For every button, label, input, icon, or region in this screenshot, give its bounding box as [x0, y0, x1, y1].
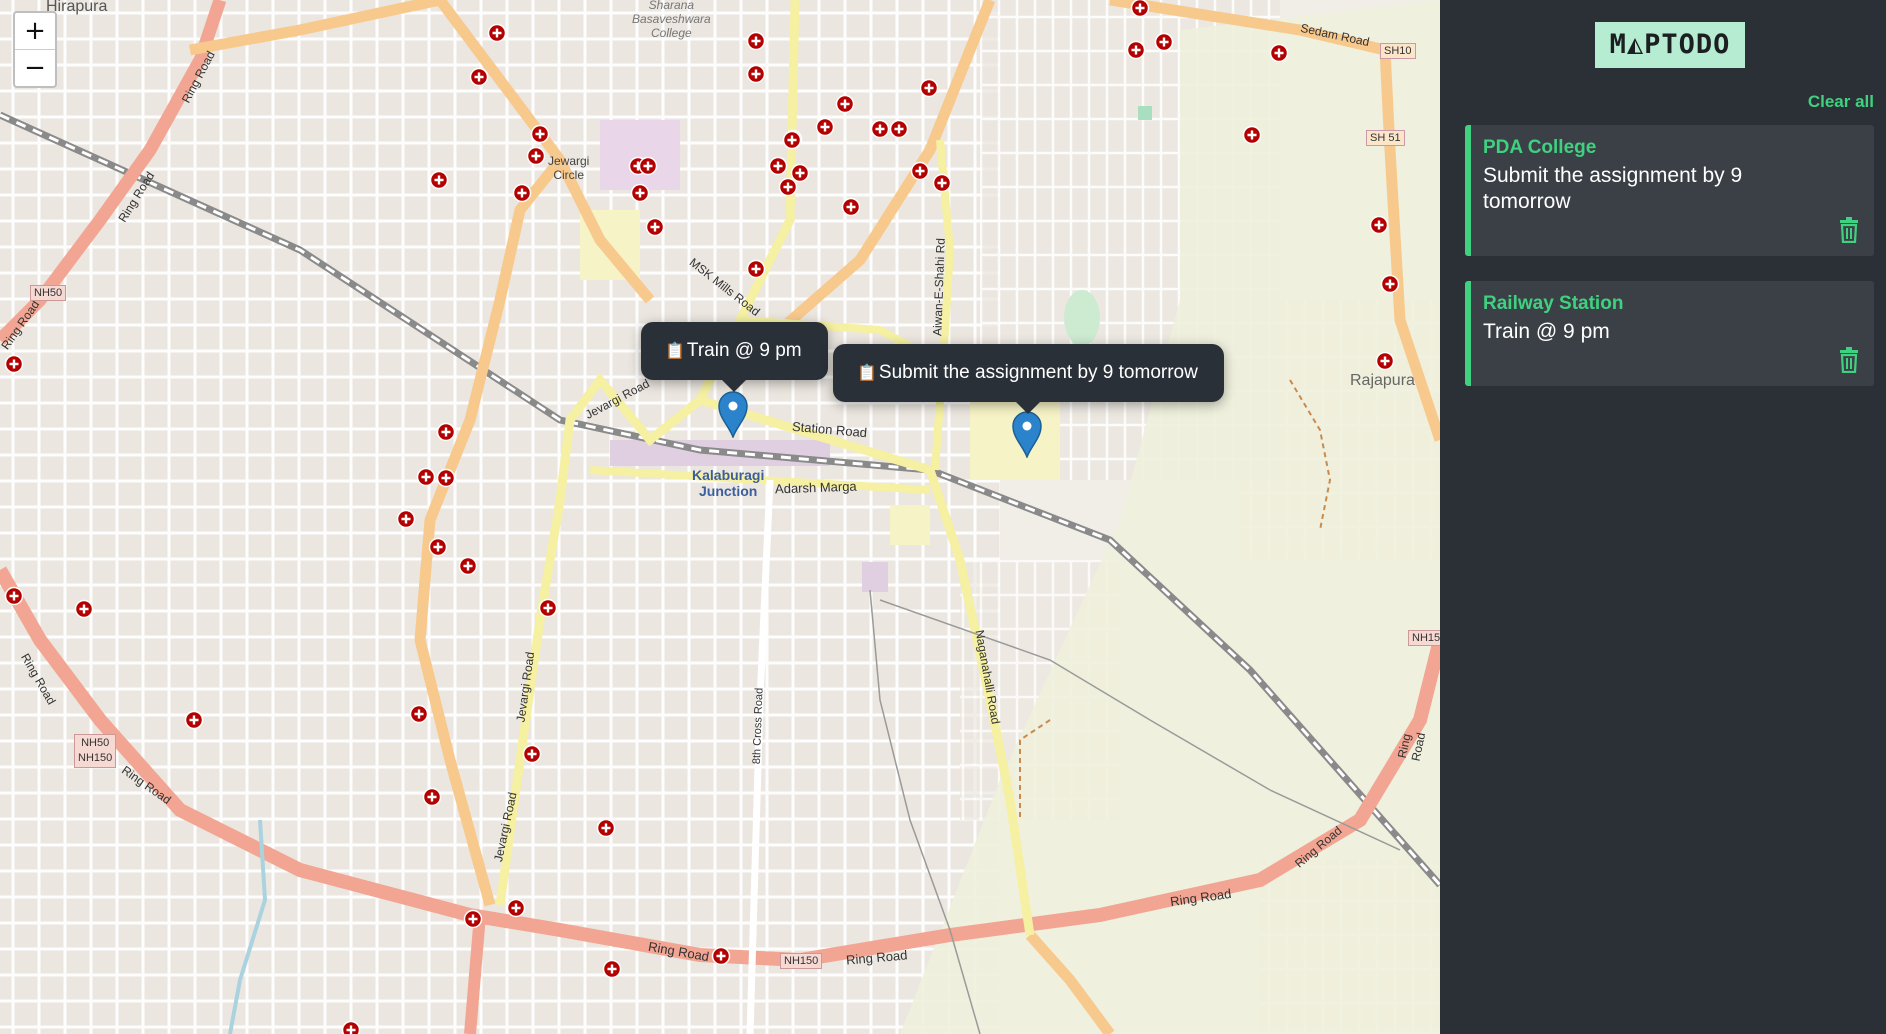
- hospital-icon: [889, 119, 909, 139]
- zoom-control: + −: [13, 11, 57, 88]
- todo-text: Submit the assignment by 9 tomorrow: [1483, 164, 1743, 213]
- hospital-icon: [416, 467, 436, 487]
- todo-location: PDA College: [1483, 137, 1597, 158]
- hospital-icon: [463, 909, 483, 929]
- hospital-icon: [910, 161, 930, 181]
- hospital-icon: [602, 959, 622, 979]
- hospital-icon: [4, 586, 24, 606]
- hospital-icon: [409, 704, 429, 724]
- hospital-icon: [538, 598, 558, 618]
- hospital-icon: [782, 130, 802, 150]
- hospital-icon: [522, 744, 542, 764]
- hospital-icon: [530, 124, 550, 144]
- popup-railway-station[interactable]: 📋 Train @ 9 pm: [641, 322, 828, 392]
- hospital-icon: [526, 146, 546, 166]
- hospital-icon: [790, 163, 810, 183]
- hospital-icon: [1269, 43, 1289, 63]
- clear-all-button[interactable]: Clear all: [1808, 92, 1874, 112]
- hospital-icon: [469, 67, 489, 87]
- hospital-icon: [428, 537, 448, 557]
- hospital-icon: [746, 259, 766, 279]
- hospital-icon: [815, 117, 835, 137]
- hospital-icon: [932, 173, 952, 193]
- hospital-icon: [429, 170, 449, 190]
- hospital-icon: [1369, 215, 1389, 235]
- hospital-icon: [74, 599, 94, 619]
- hospital-icon: [1380, 274, 1400, 294]
- popup-text: Submit the assignment by 9 tomorrow: [878, 362, 1198, 383]
- hospital-icon: [436, 422, 456, 442]
- app-logo: M◭PTODO: [1595, 22, 1745, 68]
- delete-todo-icon[interactable]: [1838, 217, 1860, 243]
- hospital-icon: [512, 183, 532, 203]
- hospital-icon: [1126, 40, 1146, 60]
- hospital-icon: [1375, 351, 1395, 371]
- popup-pda-college[interactable]: 📋 Submit the assignment by 9 tomorrow: [833, 344, 1224, 414]
- clipboard-icon: 📋: [665, 343, 685, 360]
- zoom-out-button[interactable]: −: [15, 49, 55, 86]
- hospital-icon: [4, 354, 24, 374]
- todo-card[interactable]: PDA College Submit the assignment by 9 t…: [1465, 125, 1874, 256]
- hospital-icon: [746, 31, 766, 51]
- hospital-icon: [711, 946, 731, 966]
- hospital-icon: [184, 710, 204, 730]
- hospital-poi-layer: [4, 0, 1400, 1034]
- delete-todo-icon[interactable]: [1838, 347, 1860, 373]
- popup-text: Train @ 9 pm: [686, 340, 802, 361]
- hospital-icon: [506, 898, 526, 918]
- map-marker-railway-station[interactable]: [717, 390, 749, 438]
- hospital-icon: [638, 156, 658, 176]
- todo-location: Railway Station: [1483, 293, 1624, 314]
- hospital-icon: [1242, 125, 1262, 145]
- todo-sidebar: M◭PTODO Clear all PDA College Submit the…: [1440, 0, 1886, 1034]
- hospital-icon: [835, 94, 855, 114]
- hospital-icon: [919, 78, 939, 98]
- clipboard-icon: 📋: [857, 365, 877, 382]
- hospital-icon: [768, 156, 788, 176]
- map-marker-pda-college[interactable]: [1011, 410, 1043, 458]
- hospital-icon: [487, 23, 507, 43]
- hospital-icon: [630, 183, 650, 203]
- map-view[interactable]: Hirapura Sharana Basaveshwara College Je…: [0, 0, 1440, 1034]
- hospital-icon: [458, 556, 478, 576]
- hospital-icon: [1130, 0, 1150, 18]
- todo-card[interactable]: Railway Station Train @ 9 pm: [1465, 281, 1874, 386]
- hospital-icon: [841, 197, 861, 217]
- zoom-in-button[interactable]: +: [15, 13, 55, 49]
- hospital-icon: [436, 468, 456, 488]
- hospital-icon: [778, 177, 798, 197]
- hospital-icon: [746, 64, 766, 84]
- hospital-icon: [645, 217, 665, 237]
- hospital-icon: [422, 787, 442, 807]
- hospital-icon: [596, 818, 616, 838]
- hospital-icon: [341, 1020, 361, 1034]
- hospital-icon: [1154, 32, 1174, 52]
- hospital-icon: [870, 119, 890, 139]
- todo-text: Train @ 9 pm: [1483, 320, 1610, 343]
- hospital-icon: [396, 509, 416, 529]
